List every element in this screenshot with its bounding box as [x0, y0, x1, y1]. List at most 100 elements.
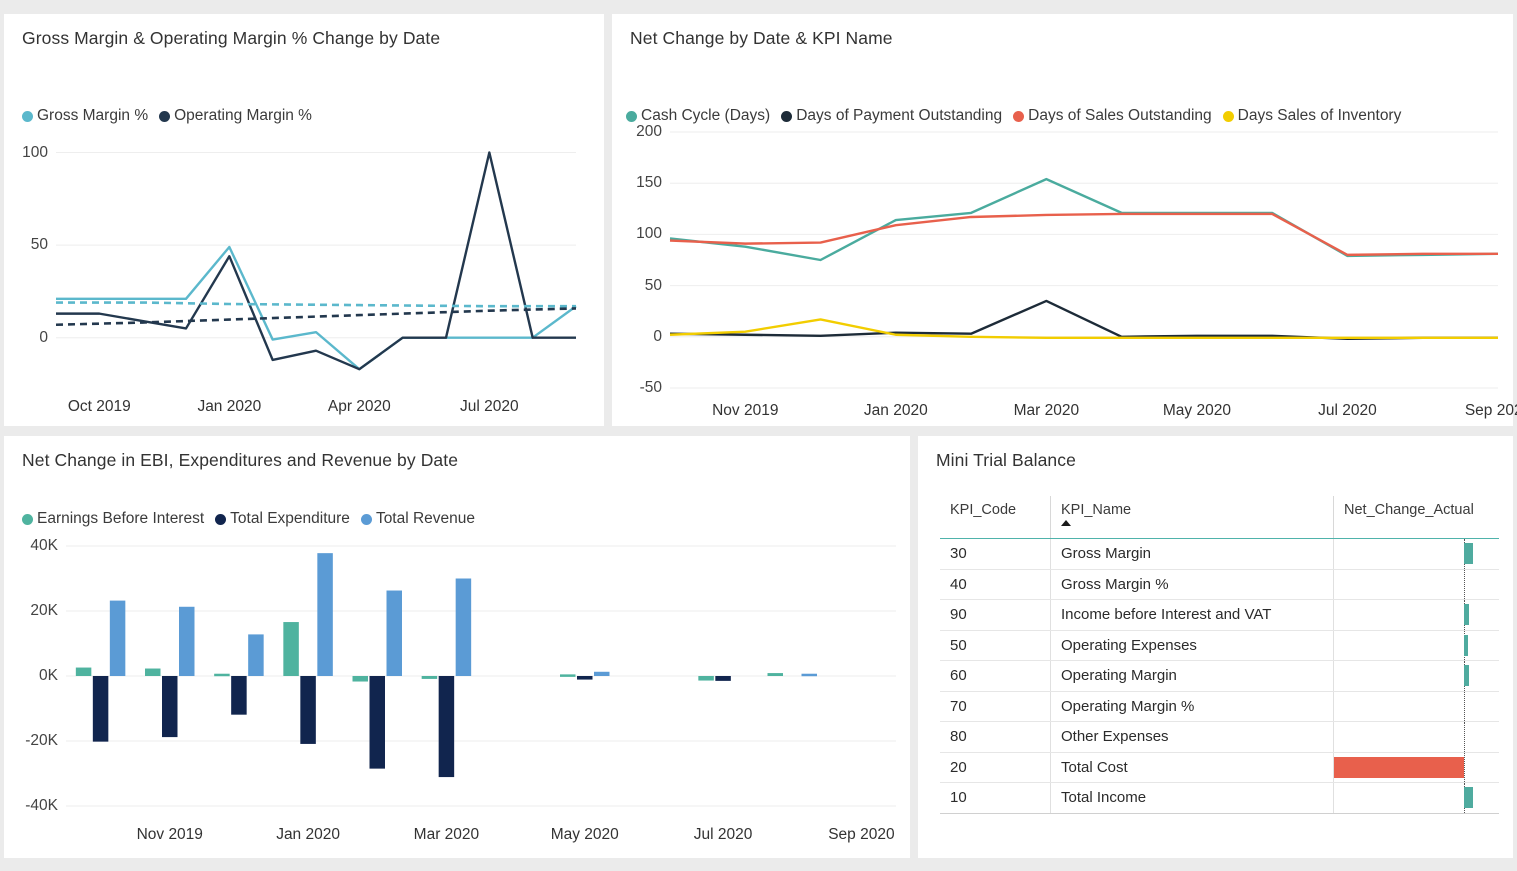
cell-kpi-name: Income before Interest and VAT: [1050, 600, 1333, 630]
bar[interactable]: [767, 673, 784, 676]
panel-mini-trial-balance[interactable]: Mini Trial Balance KPI_Code KPI_Name Net…: [918, 436, 1513, 858]
legend-item-total-expenditure[interactable]: Total Expenditure: [215, 510, 350, 528]
y-tick-label: 20K: [30, 602, 58, 619]
legend-item-days-sales-outstanding[interactable]: Days of Sales Outstanding: [1013, 107, 1212, 125]
y-tick-label: 50: [644, 276, 662, 294]
series-line[interactable]: [56, 301, 576, 308]
sort-ascending-icon: [1061, 520, 1071, 526]
bar[interactable]: [594, 671, 610, 676]
legend-item-operating-margin-pct[interactable]: Operating Margin %: [159, 107, 312, 125]
bar[interactable]: [75, 667, 92, 676]
cell-net-change-actual: [1333, 722, 1499, 752]
bar[interactable]: [577, 676, 593, 680]
bar[interactable]: [248, 634, 264, 676]
legend-netchange-chart: Cash Cycle (Days) Days of Payment Outsta…: [626, 107, 1412, 125]
y-tick-label: 50: [30, 236, 48, 254]
legend-item-days-sales-inventory[interactable]: Days Sales of Inventory: [1222, 107, 1402, 125]
bar[interactable]: [455, 578, 472, 677]
series-line[interactable]: [669, 177, 1499, 262]
table-row[interactable]: 10 Total Income: [940, 783, 1499, 814]
trial-balance-table[interactable]: KPI_Code KPI_Name Net_Change_Actual 30 Gr…: [940, 496, 1499, 846]
plot-area-margin-chart[interactable]: [55, 134, 577, 384]
bar[interactable]: [214, 673, 230, 677]
y-tick-label: 200: [636, 123, 662, 140]
legend-label-total-revenue: Total Revenue: [375, 510, 476, 527]
column-header-kpi-name[interactable]: KPI_Name: [1050, 496, 1333, 538]
bar[interactable]: [145, 668, 161, 676]
cell-kpi-name: Gross Margin %: [1050, 569, 1333, 599]
net-change-bar: [1464, 665, 1470, 686]
plot-area-ebi-chart[interactable]: [66, 545, 896, 807]
x-tick-label: Jan 2020: [276, 826, 340, 843]
bar[interactable]: [715, 676, 731, 681]
table-row[interactable]: 30 Gross Margin: [940, 539, 1499, 570]
bar[interactable]: [421, 676, 438, 679]
column-header-kpi-name-label: KPI_Name: [1061, 502, 1132, 518]
legend-label-earnings-before-interest: Earnings Before Interest: [37, 510, 205, 527]
y-tick-label: 0: [39, 328, 48, 346]
bar[interactable]: [162, 676, 178, 738]
legend-item-days-payment-outstanding[interactable]: Days of Payment Outstanding: [781, 107, 1002, 125]
legend-label-total-expenditure: Total Expenditure: [230, 510, 350, 527]
cell-net-change-actual: [1333, 752, 1499, 782]
x-tick-label: Mar 2020: [413, 826, 480, 843]
panel-gross-operating-margin[interactable]: Gross Margin & Operating Margin % Change…: [4, 14, 604, 426]
y-tick-label: -40K: [25, 797, 58, 814]
legend-dot-cash-cycle: [626, 110, 637, 122]
legend-label-days-sales-inventory: Days Sales of Inventory: [1237, 107, 1402, 124]
cell-kpi-name: Other Expenses: [1050, 722, 1333, 752]
panel-ebi-expenditure-revenue[interactable]: Net Change in EBI, Expenditures and Reve…: [4, 436, 910, 858]
x-tick-label: Jul 2020: [1318, 402, 1377, 419]
zero-baseline: [1464, 569, 1466, 599]
table-row[interactable]: 90 Income before Interest and VAT: [940, 600, 1499, 631]
bar[interactable]: [369, 676, 386, 769]
legend-label-gross-margin-pct: Gross Margin %: [37, 107, 149, 124]
cell-kpi-name: Operating Margin %: [1050, 691, 1333, 721]
x-tick-label: Jan 2020: [197, 398, 262, 415]
cell-net-change-actual: [1333, 661, 1499, 691]
bar[interactable]: [283, 622, 299, 676]
plot-area-netchange-chart[interactable]: [669, 131, 1499, 389]
panel-net-change-kpi[interactable]: Net Change by Date & KPI Name Cash Cycle…: [612, 14, 1517, 426]
legend-item-gross-margin-pct[interactable]: Gross Margin %: [22, 107, 148, 125]
bar[interactable]: [231, 676, 247, 715]
net-change-bar: [1464, 604, 1469, 625]
column-header-kpi-code[interactable]: KPI_Code: [940, 496, 1050, 538]
legend-label-days-sales-outstanding: Days of Sales Outstanding: [1028, 107, 1212, 124]
bar[interactable]: [698, 676, 714, 681]
table-row[interactable]: 40 Gross Margin %: [940, 569, 1499, 600]
series-line[interactable]: [55, 307, 577, 327]
net-change-bar: [1464, 787, 1474, 808]
bar[interactable]: [179, 606, 195, 676]
column-header-net-change-actual[interactable]: Net_Change_Actual: [1333, 496, 1499, 538]
table-row[interactable]: 70 Operating Margin %: [940, 691, 1499, 722]
series-line[interactable]: [669, 299, 1498, 341]
bar[interactable]: [300, 676, 316, 744]
bar[interactable]: [801, 673, 818, 677]
dashboard-canvas: Gross Margin & Operating Margin % Change…: [0, 0, 1517, 871]
bar[interactable]: [386, 590, 403, 676]
legend-item-earnings-before-interest[interactable]: Earnings Before Interest: [22, 510, 204, 528]
cell-kpi-name: Total Income: [1050, 783, 1333, 813]
cell-kpi-code: 70: [950, 697, 967, 715]
table-row[interactable]: 50 Operating Expenses: [940, 630, 1499, 661]
bar[interactable]: [560, 674, 576, 677]
chart-svg-margin_chart: [55, 151, 577, 371]
bar[interactable]: [438, 676, 455, 778]
table-row[interactable]: 60 Operating Margin: [940, 661, 1499, 692]
x-tick-label: Jul 2020: [460, 398, 519, 415]
zero-baseline: [1464, 752, 1466, 782]
zero-baseline: [1464, 722, 1466, 752]
table-row[interactable]: 20 Total Cost: [940, 752, 1499, 783]
bar[interactable]: [317, 553, 333, 676]
table-row[interactable]: 80 Other Expenses: [940, 722, 1499, 753]
bar[interactable]: [92, 676, 109, 742]
legend-dot-days-sales-outstanding: [1013, 110, 1025, 122]
chart-svg-netchange_chart: [669, 131, 1499, 389]
legend-item-total-revenue[interactable]: Total Revenue: [360, 510, 476, 528]
bar[interactable]: [109, 600, 126, 676]
cell-net-change-actual: [1333, 569, 1499, 599]
bar[interactable]: [352, 676, 369, 682]
cell-net-change-actual: [1333, 691, 1499, 721]
legend-dot-total-expenditure: [215, 513, 227, 525]
